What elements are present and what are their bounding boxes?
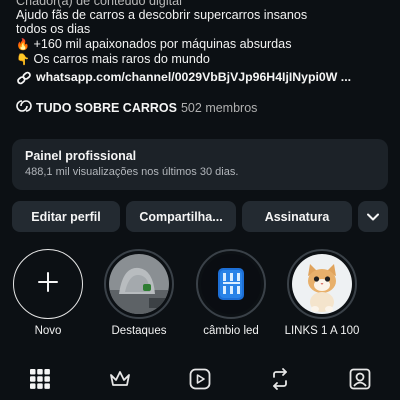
bio-line-3: 🔥 +160 mil apaixonados por máquinas absu… bbox=[16, 37, 388, 52]
community-name: TUDO SOBRE CARROS bbox=[36, 100, 177, 115]
bio-line-4-text: Os carros mais raros do mundo bbox=[33, 51, 210, 66]
highlight-ring bbox=[104, 249, 174, 319]
professional-dashboard[interactable]: Painel profissional 488,1 mil visualizaç… bbox=[12, 139, 388, 190]
highlight-ring bbox=[196, 249, 266, 319]
story-highlights: Novo Destaques câmbio led LINKS 1 A 100 bbox=[0, 249, 400, 345]
pointing-down-icon: 👇 bbox=[16, 53, 30, 66]
bio-category: Criador(a) de conteúdo digital bbox=[16, 0, 182, 8]
bio-line-2: todos os dias bbox=[16, 22, 91, 37]
panel-subtitle: 488,1 mil visualizações nos últimos 30 d… bbox=[25, 166, 239, 178]
edit-profile-button[interactable]: Editar perfil bbox=[12, 201, 120, 232]
highlight-label: Novo bbox=[34, 325, 62, 337]
bio-line-1: Ajudo fãs de carros a descobrir supercar… bbox=[16, 8, 308, 23]
highlight-cambio-led[interactable]: câmbio led bbox=[191, 249, 271, 337]
bio-link[interactable]: whatsapp.com/channel/0029VbBjVJp96H4IjIN… bbox=[16, 70, 388, 85]
highlight-ring bbox=[287, 249, 357, 319]
highlight-links[interactable]: LINKS 1 A 100 bbox=[282, 249, 362, 337]
share-profile-button[interactable]: Compartilha... bbox=[126, 201, 236, 232]
link-icon bbox=[16, 71, 32, 85]
led-shifter-image bbox=[201, 254, 261, 314]
reels-icon[interactable] bbox=[187, 366, 213, 392]
highlight-destaques[interactable]: Destaques bbox=[99, 249, 179, 337]
crown-icon[interactable] bbox=[107, 366, 133, 392]
suggestions-button[interactable] bbox=[358, 201, 388, 232]
grid-icon[interactable] bbox=[27, 366, 53, 392]
community-link[interactable]: TUDO SOBRE CARROS 502 membros bbox=[16, 99, 257, 116]
repost-icon[interactable] bbox=[267, 366, 293, 392]
subscription-button[interactable]: Assinatura bbox=[242, 201, 352, 232]
car-seat-image bbox=[109, 254, 169, 314]
bio-line-4: 👇 Os carros mais raros do mundo bbox=[16, 52, 388, 67]
kitten-image bbox=[292, 254, 352, 314]
fire-icon: 🔥 bbox=[16, 38, 30, 51]
tagged-icon[interactable] bbox=[347, 366, 373, 392]
bio-line-3-text: +160 mil apaixonados por máquinas absurd… bbox=[33, 36, 292, 51]
highlight-label: câmbio led bbox=[203, 325, 259, 337]
community-icon bbox=[16, 99, 32, 116]
new-highlight-ring bbox=[13, 249, 83, 319]
profile-actions: Editar perfil Compartilha... Assinatura bbox=[12, 201, 388, 232]
highlight-label: Destaques bbox=[111, 325, 167, 337]
panel-title: Painel profissional bbox=[25, 149, 137, 163]
community-members: 502 membros bbox=[180, 100, 258, 115]
highlight-label: LINKS 1 A 100 bbox=[284, 325, 360, 337]
profile-bio: Criador(a) de conteúdo digital Ajudo fãs… bbox=[16, 0, 388, 85]
profile-tabs bbox=[0, 362, 400, 400]
chevron-down-icon bbox=[367, 210, 379, 224]
plus-icon bbox=[37, 271, 59, 298]
bio-link-text: whatsapp.com/channel/0029VbBjVJp96H4IjIN… bbox=[36, 70, 352, 85]
highlight-new[interactable]: Novo bbox=[8, 249, 88, 337]
